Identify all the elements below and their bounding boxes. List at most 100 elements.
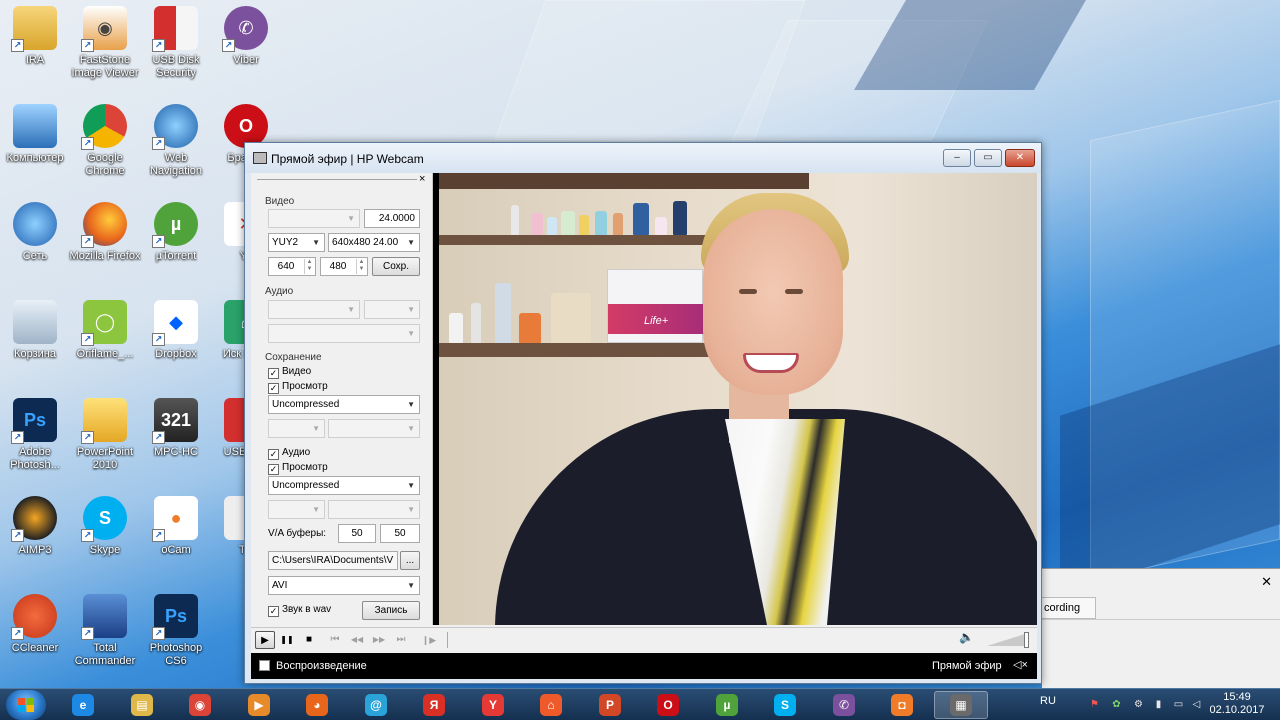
desktop-icon-ccleaner[interactable]: ↗ CCleaner	[0, 594, 72, 655]
taskbar-app-explorer[interactable]: ▤	[115, 691, 169, 719]
previous-button[interactable]: ⏮	[325, 631, 345, 649]
desktop-icon-dropbox[interactable]: ◆ ↗ Dropbox	[139, 300, 213, 361]
desktop-icon-mpc-hc[interactable]: 321 ↗ MPC-HC	[139, 398, 213, 459]
desktop-icon-chrome[interactable]: ↗ Google Chrome	[68, 104, 142, 178]
video-device-select[interactable]: ▼	[268, 209, 360, 228]
audio-codec-select[interactable]: Uncompressed ▼	[268, 476, 420, 495]
taskbar-app-mail[interactable]: @	[349, 691, 403, 719]
audio-codec-option-select[interactable]: ▼	[268, 500, 325, 519]
desktop-icon-aimp3[interactable]: ↗ AIMP3	[0, 496, 72, 557]
next-button[interactable]: ⏭	[391, 631, 411, 649]
desktop-icon-firefox[interactable]: ↗ Mozilla Firefox	[68, 202, 142, 263]
desktop-icon-oriflame[interactable]: ◯ ↗ Oriflame_...	[68, 300, 142, 361]
video-codec-select[interactable]: Uncompressed ▼	[268, 395, 420, 414]
seek-bar[interactable]	[447, 632, 937, 648]
pause-button[interactable]: ❚❚	[277, 631, 297, 649]
audio-codec-setting-select[interactable]: ▼	[328, 500, 420, 519]
close-icon[interactable]: ✕	[1261, 574, 1272, 590]
taskbar-app-ie[interactable]: e	[56, 691, 110, 719]
desktop-icon-viber[interactable]: ✆ ↗ Viber	[209, 6, 283, 67]
mute-icon[interactable]: ◁×	[1013, 658, 1028, 671]
taskbar-app-utorrent[interactable]: µ	[700, 691, 754, 719]
forward-button[interactable]: ▶▶	[369, 631, 389, 649]
background-window[interactable]: ✕ cording	[1042, 568, 1280, 688]
security-tray-icon[interactable]: ⚙	[1132, 698, 1145, 711]
taskbar-app-chrome[interactable]: ◉	[173, 691, 227, 719]
frame-step-button[interactable]: ❙▶	[419, 631, 439, 649]
desktop-icon-recycle-bin[interactable]: Корзина	[0, 300, 72, 361]
video-buffer-field[interactable]: 50	[338, 524, 376, 543]
spin-arrows-icon[interactable]: ▲ ▼	[304, 259, 314, 274]
taskbar-app-opera[interactable]: O	[641, 691, 695, 719]
audio-input-select[interactable]: ▼	[268, 324, 420, 343]
save-settings-button[interactable]: Сохр.	[372, 257, 420, 276]
desktop-icon-photoshop-cs6[interactable]: Ps ↗ Photoshop CS6	[139, 594, 213, 668]
network-tray-icon[interactable]: ✿	[1110, 698, 1123, 711]
mpc-icon: ▦	[950, 694, 972, 716]
taskbar-app-firefox[interactable]: ◕	[290, 691, 344, 719]
audio-format-select[interactable]: ▼	[364, 300, 420, 319]
desktop-icon-faststone[interactable]: ◉ ↗ FastStone Image Viewer	[68, 6, 142, 80]
flag-icon[interactable]: ⚑	[1088, 698, 1101, 711]
taskbar-app-yandex-app[interactable]: Я	[407, 691, 461, 719]
video-codec-option-select[interactable]: ▼	[268, 419, 325, 438]
start-button[interactable]	[6, 690, 46, 720]
speaker-icon[interactable]: 🔈	[959, 630, 974, 644]
volume-slider[interactable]	[987, 632, 1029, 648]
desktop-icon-skype[interactable]: S ↗ Skype	[68, 496, 142, 557]
desktop-icon-ira[interactable]: ↗ IRA	[0, 6, 72, 67]
desktop-icon-computer[interactable]: Компьютер	[0, 104, 72, 165]
taskbar-app-shop[interactable]: ⌂	[524, 691, 578, 719]
desktop-icon-powerpoint[interactable]: ↗ PowerPoint 2010	[68, 398, 142, 472]
rewind-button[interactable]: ◀◀	[347, 631, 367, 649]
panel-close-icon[interactable]: ×	[419, 173, 425, 185]
taskbar-app-mpc[interactable]: ▦	[934, 691, 988, 719]
preview-video-checkbox[interactable]: ✓ Просмотр	[268, 381, 328, 394]
browse-button[interactable]: ...	[400, 551, 420, 570]
battery-icon[interactable]: ▭	[1172, 698, 1185, 711]
audio-device-select[interactable]: ▼	[268, 300, 360, 319]
format-select[interactable]: YUY2 ▼	[268, 233, 325, 252]
taskbar-app-skype[interactable]: S	[758, 691, 812, 719]
taskbar-app-powerpoint[interactable]: P	[583, 691, 637, 719]
resolution-select[interactable]: 640x480 24.00 ▼	[328, 233, 420, 252]
clock[interactable]: 15:49 02.10.2017	[1202, 691, 1272, 717]
video-preview[interactable]: Life+	[433, 173, 1037, 625]
preview-audio-checkbox[interactable]: ✓ Просмотр	[268, 462, 328, 475]
desktop-icon-usb-disk-security[interactable]: ↗ USB Disk Security	[139, 6, 213, 80]
taskbar-app-viber[interactable]: ✆	[817, 691, 871, 719]
desktop-icon-network[interactable]: Сеть	[0, 202, 72, 263]
volume-thumb[interactable]	[1024, 632, 1029, 648]
desktop-icon-photoshop[interactable]: Ps ↗ Adobe Photosh...	[0, 398, 72, 472]
taskbar-app-yandex-browser[interactable]: Y	[466, 691, 520, 719]
language-indicator[interactable]: RU	[1040, 695, 1056, 707]
spin-arrows-icon[interactable]: ▲ ▼	[356, 259, 366, 274]
signal-icon[interactable]: ▮	[1152, 698, 1165, 711]
close-button[interactable]: ✕	[1005, 149, 1035, 167]
desktop-icon-web-navigation[interactable]: ↗ Web Navigation	[139, 104, 213, 178]
tab-recording[interactable]: cording	[1042, 597, 1096, 619]
record-button[interactable]: Запись	[362, 601, 420, 620]
eye	[739, 289, 757, 294]
select-value: YUY2	[272, 237, 299, 248]
width-stepper[interactable]: 640 ▲ ▼	[268, 257, 316, 276]
container-select[interactable]: AVI ▼	[268, 576, 420, 595]
title-bar[interactable]: Прямой эфир | HP Webcam ‒ ▭ ✕	[245, 143, 1041, 173]
maximize-button[interactable]: ▭	[974, 149, 1002, 167]
wav-audio-checkbox[interactable]: ✓ Звук в wav	[268, 604, 331, 617]
audio-buffer-field[interactable]: 50	[380, 524, 420, 543]
stop-button[interactable]: ■	[299, 631, 319, 649]
minimize-button[interactable]: ‒	[943, 149, 971, 167]
taskbar-app-ocam[interactable]: ◘	[875, 691, 929, 719]
desktop-icon-total-commander[interactable]: ↗ Total Commander	[68, 594, 142, 668]
taskbar-app-media[interactable]: ▶	[232, 691, 286, 719]
save-video-checkbox[interactable]: ✓ Видео	[268, 366, 311, 379]
desktop-icon-utorrent[interactable]: µ ↗ µTorrent	[139, 202, 213, 263]
desktop-icon-ocam[interactable]: ● ↗ oCam	[139, 496, 213, 557]
fps-field[interactable]: 24.0000	[364, 209, 420, 228]
play-button[interactable]: ▶	[255, 631, 275, 649]
output-path-field[interactable]: C:\Users\IRA\Documents\V	[268, 551, 398, 570]
height-stepper[interactable]: 480 ▲ ▼	[320, 257, 368, 276]
video-codec-setting-select[interactable]: ▼	[328, 419, 420, 438]
save-audio-checkbox[interactable]: ✓ Аудио	[268, 447, 310, 460]
